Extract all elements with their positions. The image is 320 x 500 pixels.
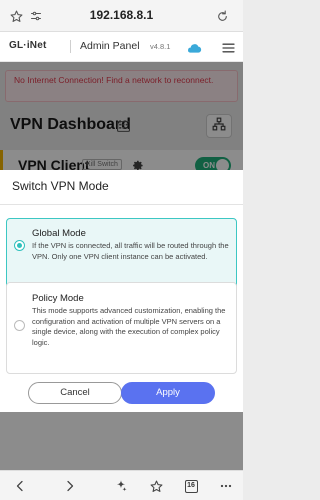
back-icon[interactable] <box>12 478 28 494</box>
dialog-divider <box>0 204 243 205</box>
more-icon[interactable] <box>218 478 234 494</box>
browser-bottom-bar: 16 <box>0 470 243 500</box>
policy-mode-description: This mode supports advanced customizatio… <box>32 306 226 347</box>
gl-inet-logo: GL·iNet <box>9 40 47 51</box>
dialog-title: Switch VPN Mode <box>12 179 109 193</box>
star-outline-icon[interactable] <box>8 8 24 24</box>
policy-mode-option[interactable]: Policy Mode This mode supports advanced … <box>6 282 237 374</box>
cancel-button[interactable]: Cancel <box>28 382 122 404</box>
admin-panel-title: Admin Panel <box>80 40 140 52</box>
global-mode-title: Global Mode <box>32 228 86 239</box>
policy-mode-radio[interactable] <box>14 320 25 331</box>
star-icon[interactable] <box>148 478 164 494</box>
global-mode-description: If the VPN is connected, all traffic wil… <box>32 241 229 261</box>
cloud-icon[interactable] <box>186 41 202 59</box>
admin-header: GL·iNet Admin Panel v4.8.1 <box>0 32 243 62</box>
firmware-version: v4.8.1 <box>150 42 171 51</box>
hamburger-menu-icon[interactable] <box>222 41 235 59</box>
refresh-icon[interactable] <box>214 8 230 24</box>
policy-mode-title: Policy Mode <box>32 293 84 304</box>
browser-toolbar: 192.168.8.1 <box>0 0 243 32</box>
forward-icon[interactable] <box>62 478 78 494</box>
global-mode-option[interactable]: Global Mode If the VPN is connected, all… <box>6 218 237 291</box>
global-mode-radio[interactable] <box>14 240 25 251</box>
apply-button[interactable]: Apply <box>121 382 215 404</box>
tabs-icon[interactable]: 16 <box>183 478 199 494</box>
header-divider <box>70 40 71 53</box>
switch-vpn-mode-dialog: Switch VPN Mode Global Mode If the VPN i… <box>0 170 243 412</box>
ai-sparkle-icon[interactable] <box>113 478 129 494</box>
tabs-count: 16 <box>184 479 198 493</box>
url-bar[interactable]: 192.168.8.1 <box>50 8 193 22</box>
settings-sliders-icon[interactable] <box>28 8 44 24</box>
